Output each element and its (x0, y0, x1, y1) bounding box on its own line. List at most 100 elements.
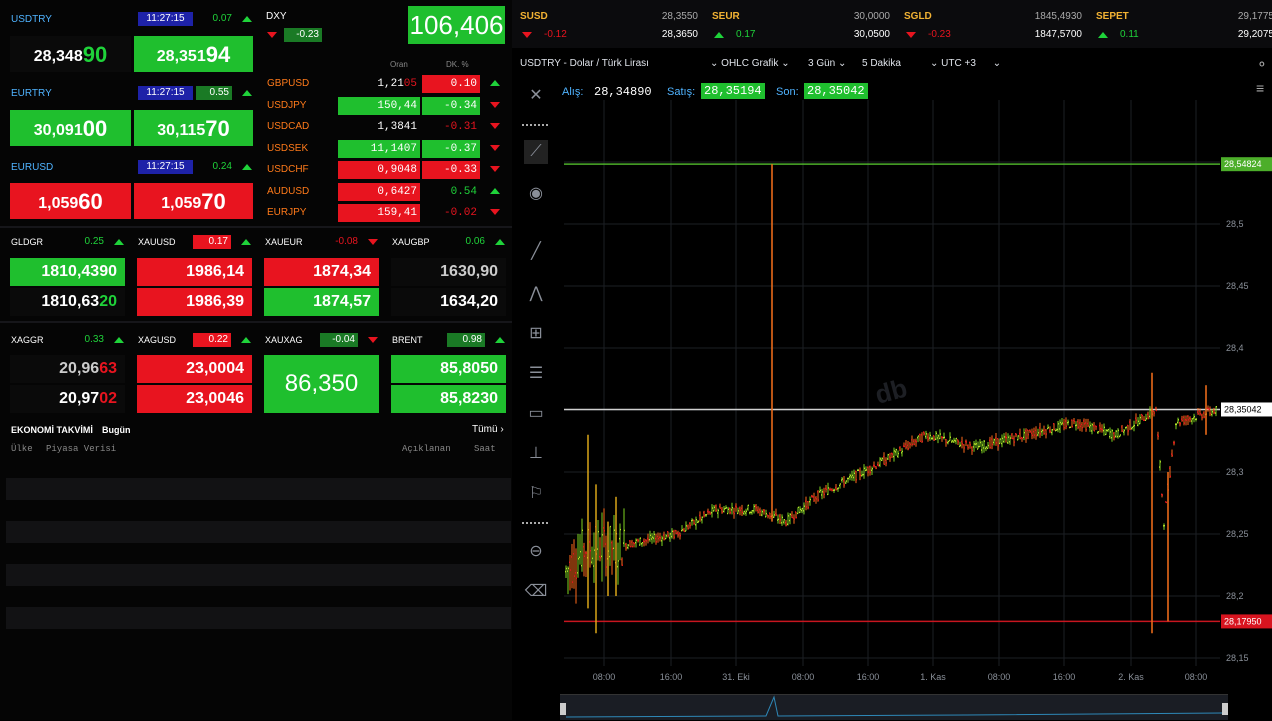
fx-rate: 0,9048 (338, 161, 420, 179)
arrow-down-icon (906, 32, 916, 38)
chart-type-select[interactable]: ⌄ OHLC Grafik ⌄ (710, 58, 790, 69)
price-box[interactable]: 20,96 63 (10, 355, 125, 383)
fx-name: GBPUSD (267, 78, 310, 89)
brush-icon[interactable]: ⚐ (524, 482, 548, 506)
col-data: Piyasa Verisi (46, 444, 117, 454)
grid-icon[interactable]: ⊞ (524, 322, 548, 346)
fork-icon[interactable]: ⋀ (524, 282, 548, 306)
arrow-down-icon (490, 101, 500, 108)
y-tick-label: 28,5 (1226, 219, 1244, 229)
divider (0, 321, 512, 323)
crosshair-icon[interactable]: ✕ (524, 84, 548, 108)
price-chart[interactable]: 28,5528,528,4528,428,3528,328,2528,228,1… (556, 100, 1272, 690)
zoom-icon[interactable]: ⊖ (524, 540, 548, 564)
low-price-tag-text: 28,17950 (1224, 616, 1262, 626)
x-tick-label: 08:00 (792, 672, 815, 682)
draw-line-icon[interactable]: ⟋ (524, 140, 548, 164)
ask-label: Satış: (667, 86, 696, 98)
quote-name: XAUUSD (138, 237, 176, 247)
price-box[interactable]: 85,8050 (391, 355, 506, 383)
trendline-icon[interactable]: ╱ (524, 240, 548, 264)
fib-icon[interactable]: ☰ (524, 362, 548, 386)
fx-row[interactable]: AUDUSD 0,6427 0.54 (262, 182, 506, 202)
price-box[interactable]: 1986,14 (137, 258, 252, 286)
measure-icon[interactable]: ⊥ (524, 442, 548, 466)
price-box[interactable]: 1630,90 (391, 258, 506, 286)
arrow-down-icon (368, 337, 378, 343)
quote-change: -0.23 (284, 28, 322, 42)
quote-change: 0.55 (196, 86, 232, 100)
quote-time: 11:27:15 (138, 160, 193, 174)
fx-row[interactable]: GBPUSD 1,2105 0.10 (262, 74, 506, 94)
x-tick-label: 16:00 (857, 672, 880, 682)
range-select[interactable]: 3 Gün ⌄ (808, 58, 846, 69)
fx-name: USDSEK (267, 142, 309, 154)
calendar-all-link[interactable]: Tümü › (472, 424, 504, 435)
y-tick-label: 28,45 (1226, 281, 1249, 291)
quote-change: 0.06 (465, 236, 485, 247)
quote-change: 0.98 (447, 333, 485, 347)
fx-change: 0.54 (450, 185, 477, 198)
quote-change: -0.08 (335, 236, 358, 247)
price-box[interactable]: 85,8230 (391, 385, 506, 413)
user-icon[interactable]: ⚬ (1256, 56, 1268, 73)
arrow-up-icon (490, 80, 500, 86)
quote-name: SEUR (712, 11, 740, 22)
fx-rate: 11,1407 (338, 139, 420, 158)
high-price-tag-text: 28,54824 (1224, 159, 1262, 169)
price-box[interactable]: 23,0046 (137, 385, 252, 413)
bid-price[interactable]: 28,348 90 (10, 36, 131, 72)
quote-name: BRENT (392, 335, 423, 345)
fx-rate: 150,44 (338, 96, 420, 115)
fx-row[interactable]: USDJPY 150,44 -0.34 (262, 96, 506, 116)
arrow-up-icon (114, 337, 124, 343)
chevron-down-icon: ⌄ (992, 58, 1002, 69)
calendar-subtitle: Bugün (102, 425, 131, 435)
fx-row[interactable]: USDSEK 11,1407 -0.37 (262, 139, 506, 159)
last-label: Son: (776, 86, 799, 98)
x-tick-label: 16:00 (1053, 672, 1076, 682)
fx-row[interactable]: USDCHF 0,9048 -0.33 (262, 160, 506, 180)
fx-change: -0.34 (422, 96, 480, 115)
navigator-right-handle[interactable] (1222, 703, 1228, 715)
price-box[interactable]: 23,0004 (137, 355, 252, 383)
ask-price[interactable]: 1,059 70 (134, 183, 253, 219)
fx-row[interactable]: EURJPY 159,41 -0.02 (262, 203, 506, 223)
list-item (6, 478, 511, 500)
x-tick-label: 08:00 (988, 672, 1011, 682)
timezone-select[interactable]: ⌄ UTC +3 ⌄ (930, 58, 1001, 69)
navigator-line (566, 695, 1222, 718)
quote-change: 0.24 (212, 161, 232, 172)
ask-price[interactable]: 30,115 70 (134, 110, 253, 146)
top-strip (512, 0, 1272, 48)
chart-navigator[interactable] (560, 694, 1228, 720)
price-box[interactable]: 1874,57 (264, 288, 379, 316)
price-box[interactable]: 1874,34 (264, 258, 379, 286)
quote-name: DXY (266, 11, 287, 22)
price-box[interactable]: 86,350 (264, 355, 379, 413)
bid-price[interactable]: 1,059 60 (10, 183, 131, 219)
interval-select[interactable]: 5 Dakika (862, 58, 901, 69)
fx-row[interactable]: USDCAD 1,3841 -0.31 (262, 117, 506, 137)
hide-icon[interactable]: ◉ (524, 182, 548, 206)
symbol-select[interactable]: USDTRY - Dolar / Türk Lirası (520, 58, 649, 69)
quote-name: EURTRY (11, 88, 52, 99)
price-box[interactable]: 1986,39 (137, 288, 252, 316)
y-tick-label: 28,15 (1226, 653, 1249, 663)
remove-icon[interactable]: ⌫ (524, 580, 548, 604)
dxy-value: 106,406 (408, 6, 505, 44)
menu-icon[interactable]: ≡ (1256, 80, 1264, 96)
text-icon[interactable]: ▭ (524, 402, 548, 426)
bid-price[interactable]: 30,091 00 (10, 110, 131, 146)
price-box[interactable]: 1634,20 (391, 288, 506, 316)
arrow-down-icon (490, 209, 500, 215)
arrow-down-icon (368, 239, 378, 245)
price-box[interactable]: 1810,63 20 (10, 288, 125, 316)
price-box[interactable]: 1810,4390 (10, 258, 125, 286)
fx-name: USDCAD (267, 121, 310, 132)
watermark: db (872, 373, 910, 410)
ask-price[interactable]: 28,351 94 (134, 36, 253, 72)
arrow-down-icon (490, 123, 500, 129)
price-box[interactable]: 20,97 02 (10, 385, 125, 413)
list-item (6, 564, 511, 586)
